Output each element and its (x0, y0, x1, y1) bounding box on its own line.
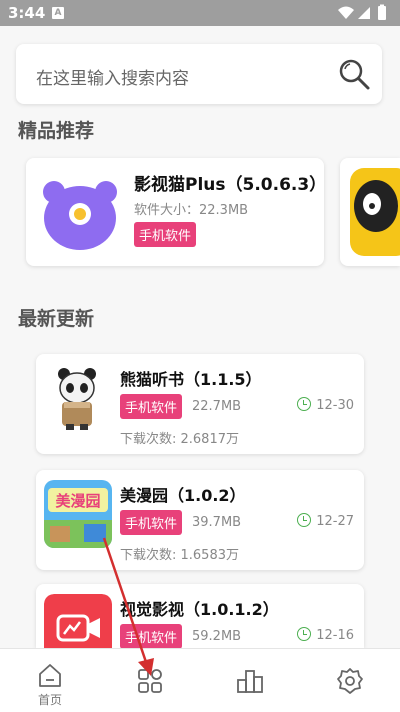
list-item[interactable]: 视觉影视（1.0.1.2） 手机软件 59.2MB 12-16 (36, 584, 364, 648)
list-item[interactable]: 美漫园 美漫园（1.0.2） 手机软件 39.7MB 12-27 下载次数: 1… (36, 470, 364, 570)
search-input[interactable]: 在这里输入搜索内容 (36, 64, 189, 89)
category-tag: 手机软件 (120, 510, 183, 535)
app-size: 22.7MB (192, 399, 242, 414)
featured-app-name: 影视猫Plus（5.0.6.3） (134, 175, 327, 195)
app-size: 39.7MB (192, 515, 242, 530)
nav-item-settings[interactable] (300, 649, 400, 712)
update-date: 12-16 (297, 627, 354, 643)
category-tag: 手机软件 (120, 624, 183, 648)
update-date: 12-30 (297, 397, 354, 413)
app-icon-shijue-yingshi (44, 594, 112, 648)
signal-icon (358, 7, 370, 19)
battery-icon (378, 6, 386, 20)
search-icon[interactable] (336, 56, 372, 92)
app-name: 视觉影视（1.0.1.2） (120, 600, 279, 619)
featured-app-card[interactable]: 影视猫Plus（5.0.6.3） 软件大小：22.3MB 手机软件 (26, 158, 327, 266)
featured-app-tag: 手机软件 (134, 222, 197, 247)
clock-icon (297, 397, 312, 411)
download-count: 下载次数: 2.6817万 (120, 432, 239, 447)
featured-app-card-2[interactable] (340, 158, 400, 266)
apps-icon (138, 669, 162, 693)
app-size: 59.2MB (192, 629, 242, 644)
featured-app-size: 软件大小：22.3MB (134, 203, 249, 218)
status-time: 3:44 (8, 4, 46, 22)
nav-item-apps[interactable] (100, 649, 200, 712)
featured-section-title: 精品推荐 (18, 120, 95, 142)
app-icon-yingshimao (36, 168, 124, 256)
download-count: 下载次数: 1.6583万 (120, 548, 239, 563)
nav-label-home: 首页 (37, 693, 62, 707)
app-name: 熊猫听书（1.1.5） (120, 370, 262, 389)
settings-icon (337, 668, 363, 694)
clock-icon (297, 627, 312, 641)
bottom-nav: 首页 (0, 648, 400, 712)
clock-icon (297, 513, 312, 527)
app-name: 美漫园（1.0.2） (120, 486, 246, 505)
category-tag: 手机软件 (120, 394, 183, 419)
nav-item-home[interactable]: 首页 (0, 649, 100, 712)
home-icon (39, 664, 61, 687)
nav-item-ranking[interactable] (200, 649, 300, 712)
app-icon-panda (350, 168, 400, 256)
status-bar: 3:44 A (0, 0, 400, 26)
ranking-icon (237, 670, 263, 693)
notification-icon: A (52, 7, 64, 19)
update-date: 12-27 (297, 513, 354, 529)
list-item[interactable]: 熊猫听书（1.1.5） 手机软件 22.7MB 12-30 下载次数: 2.68… (36, 354, 364, 454)
latest-section-title: 最新更新 (18, 308, 95, 330)
search-bar[interactable]: 在这里输入搜索内容 (16, 44, 382, 104)
app-icon-meimanyuan: 美漫园 (44, 480, 112, 548)
app-icon-label: 美漫园 (55, 492, 101, 510)
wifi-icon (338, 6, 354, 19)
app-icon-xiongmao-tingshu (44, 364, 112, 432)
status-icons (338, 4, 386, 20)
